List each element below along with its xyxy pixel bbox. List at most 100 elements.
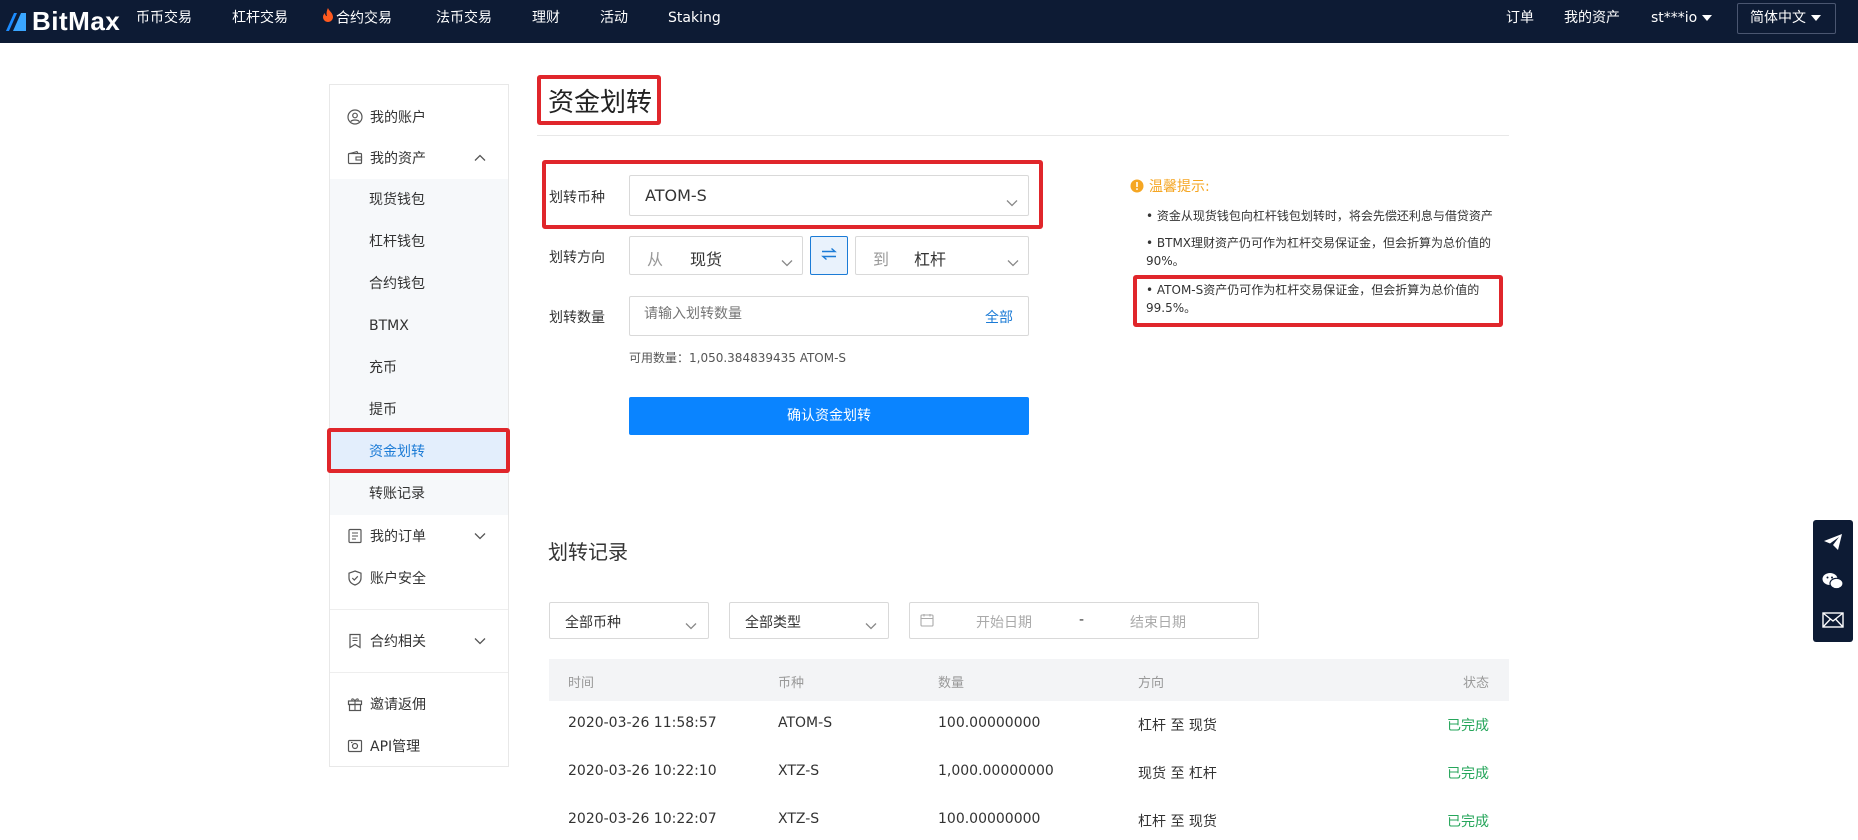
user-circle-icon xyxy=(347,109,363,125)
sidebar-item-security[interactable]: 账户安全 xyxy=(330,558,508,598)
sidebar-divider xyxy=(330,609,508,610)
caret-down-icon xyxy=(1811,15,1821,21)
telegram-icon[interactable] xyxy=(1821,530,1845,554)
filter-coin-select[interactable]: 全部币种 xyxy=(549,602,709,639)
logo-icon xyxy=(4,9,28,33)
tip-line-2: • BTMX理财资产仍可作为杠杆交易保证金，但会折算为总价值的90%。 xyxy=(1146,236,1492,268)
sidebar-sub-withdraw[interactable]: 提币 xyxy=(330,389,508,431)
to-wallet-value: 杠杆 xyxy=(914,250,947,269)
username: st***io xyxy=(1651,10,1698,26)
table-row: 2020-03-26 10:22:07 XTZ-S 100.00000000 杠… xyxy=(549,797,1509,840)
nav-finance[interactable]: 理财 xyxy=(532,0,560,43)
filter-type-select[interactable]: 全部类型 xyxy=(729,602,889,639)
language-label: 简体中文 xyxy=(1750,10,1806,26)
amount-input[interactable] xyxy=(644,306,944,322)
calendar-icon xyxy=(920,613,934,631)
end-date-input[interactable]: 结束日期 xyxy=(1130,612,1186,632)
row-direction: 杠杆 至 现货 xyxy=(1138,718,1217,734)
sidebar-item-invite[interactable]: 邀请返佣 xyxy=(330,684,508,724)
chevron-down-icon xyxy=(473,529,487,543)
nav-staking[interactable]: Staking xyxy=(668,0,721,43)
available-amount: 可用数量：1,050.384839435 ATOM-S xyxy=(629,351,847,365)
amount-label: 划转数量 xyxy=(549,310,605,326)
wechat-icon[interactable] xyxy=(1821,569,1845,593)
caret-down-icon xyxy=(1702,15,1713,21)
highlight-box-sidebar xyxy=(327,428,510,473)
direction-label: 划转方向 xyxy=(549,250,605,266)
sidebar-sub-margin-wallet[interactable]: 杠杆钱包 xyxy=(330,221,508,263)
row-coin: XTZ-S xyxy=(778,811,820,827)
wallet-icon xyxy=(347,150,363,166)
brand-name: BitMax xyxy=(32,5,121,36)
row-direction: 现货 至 杠杆 xyxy=(1138,766,1217,782)
sidebar-item-orders[interactable]: 我的订单 xyxy=(330,516,508,556)
sidebar-sub-spot-wallet[interactable]: 现货钱包 xyxy=(330,179,508,221)
swap-icon xyxy=(820,246,838,265)
filter-coin-value: 全部币种 xyxy=(565,615,621,631)
sidebar-item-label: 合约相关 xyxy=(370,634,426,650)
date-range-picker[interactable]: 开始日期 - 结束日期 xyxy=(909,602,1259,639)
confirm-transfer-button[interactable]: 确认资金划转 xyxy=(629,397,1029,435)
sidebar-item-label: 账户安全 xyxy=(370,571,426,587)
date-separator: - xyxy=(1079,612,1085,628)
highlight-box-coin xyxy=(542,160,1043,229)
shield-icon xyxy=(347,570,363,586)
user-menu[interactable]: st***io xyxy=(1651,0,1713,43)
start-date-input[interactable]: 开始日期 xyxy=(976,612,1032,632)
all-amount-button[interactable]: 全部 xyxy=(985,307,1013,327)
row-time: 2020-03-26 10:22:07 xyxy=(568,811,717,827)
mail-icon[interactable] xyxy=(1821,608,1845,632)
api-icon xyxy=(347,738,363,754)
row-direction: 杠杆 至 现货 xyxy=(1138,814,1217,830)
to-wallet-select[interactable]: 到 杠杆 xyxy=(855,236,1029,275)
sidebar-sub-futures-wallet[interactable]: 合约钱包 xyxy=(330,263,508,305)
sidebar-item-label: 邀请返佣 xyxy=(370,697,426,713)
column-header: 时间 xyxy=(568,676,595,691)
sidebar-item-account[interactable]: 我的账户 xyxy=(330,97,508,137)
from-wallet-select[interactable]: 从 现货 xyxy=(629,236,803,275)
column-header: 状态 xyxy=(1462,676,1489,691)
sidebar-sub-deposit[interactable]: 充币 xyxy=(330,347,508,389)
column-header: 数量 xyxy=(938,676,965,691)
sidebar-sub-transfer-records[interactable]: 转账记录 xyxy=(330,473,508,515)
column-header: 币种 xyxy=(778,676,805,691)
brand-logo[interactable]: BitMax xyxy=(4,4,120,38)
row-time: 2020-03-26 11:58:57 xyxy=(568,715,717,731)
nav-margin-trading[interactable]: 杠杆交易 xyxy=(232,0,288,43)
top-nav: BitMax 币币交易 杠杆交易 合约交易 法币交易 理财 活动 Staking… xyxy=(0,0,1858,43)
row-coin: ATOM-S xyxy=(778,715,833,731)
sidebar-sub-btmx[interactable]: BTMX xyxy=(330,305,508,347)
amount-field: 全部 xyxy=(629,296,1029,336)
chevron-down-icon xyxy=(685,618,697,630)
row-amount: 100.00000000 xyxy=(938,715,1041,731)
row-status: 已完成 xyxy=(1447,766,1489,782)
row-amount: 1,000.00000000 xyxy=(938,763,1054,779)
nav-orders[interactable]: 订单 xyxy=(1506,0,1534,43)
nav-fiat-trading[interactable]: 法币交易 xyxy=(436,0,492,43)
table-row: 2020-03-26 10:22:10 XTZ-S 1,000.00000000… xyxy=(549,749,1509,797)
sidebar-item-assets[interactable]: 我的资产 xyxy=(330,138,508,178)
row-coin: XTZ-S xyxy=(778,763,820,779)
language-select[interactable]: 简体中文 xyxy=(1737,3,1836,34)
sidebar-item-api[interactable]: API管理 xyxy=(330,726,508,766)
row-time: 2020-03-26 10:22:10 xyxy=(568,763,717,779)
floating-contact-bar xyxy=(1813,520,1853,642)
nav-my-assets[interactable]: 我的资产 xyxy=(1564,0,1620,43)
to-prefix: 到 xyxy=(873,250,890,269)
nav-futures-trading[interactable]: 合约交易 xyxy=(322,0,392,43)
chevron-down-icon xyxy=(865,618,877,630)
sidebar-item-label: API管理 xyxy=(370,739,421,755)
fire-icon xyxy=(322,0,334,37)
swap-direction-button[interactable] xyxy=(810,236,848,275)
row-amount: 100.00000000 xyxy=(938,811,1041,827)
from-prefix: 从 xyxy=(647,250,664,269)
tips-title-text: 温馨提示: xyxy=(1149,179,1210,195)
nav-activities[interactable]: 活动 xyxy=(600,0,628,43)
warning-icon xyxy=(1130,179,1144,193)
sidebar-item-contract[interactable]: 合约相关 xyxy=(330,621,508,661)
nav-spot-trading[interactable]: 币币交易 xyxy=(136,0,192,43)
tip-line-1: • 资金从现货钱包向杠杆钱包划转时，将会先偿还利息与借贷资产 xyxy=(1146,209,1493,223)
sidebar: 我的账户 我的资产 现货钱包 杠杆钱包 合约钱包 BTMX 充币 提币 资金划转… xyxy=(329,84,509,767)
chevron-up-icon xyxy=(473,151,487,165)
sidebar-divider xyxy=(330,672,508,673)
